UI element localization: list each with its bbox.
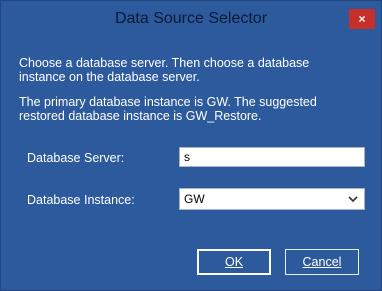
database-instance-value: GW: [184, 192, 205, 206]
database-instance-select[interactable]: GW: [179, 188, 365, 210]
instruction-text-1: Choose a database server. Then choose a …: [19, 56, 310, 84]
close-button[interactable]: ×: [349, 9, 375, 29]
ok-button[interactable]: OK: [197, 249, 271, 275]
database-instance-label: Database Instance:: [27, 193, 135, 207]
database-server-label: Database Server:: [27, 151, 125, 165]
database-server-input[interactable]: s: [179, 147, 365, 167]
title-bar[interactable]: Data Source Selector ×: [1, 1, 381, 35]
window-title: Data Source Selector: [114, 10, 268, 27]
ok-button-label: OK: [224, 255, 244, 269]
database-server-value: s: [184, 150, 190, 164]
cancel-button[interactable]: Cancel: [285, 249, 359, 275]
close-icon: ×: [358, 12, 366, 26]
dialog-window: Data Source Selector × Choose a database…: [0, 0, 382, 291]
chevron-down-icon: [348, 196, 358, 203]
cancel-button-label: Cancel: [302, 255, 342, 269]
instruction-text-2: The primary database instance is GW. The…: [19, 95, 317, 123]
